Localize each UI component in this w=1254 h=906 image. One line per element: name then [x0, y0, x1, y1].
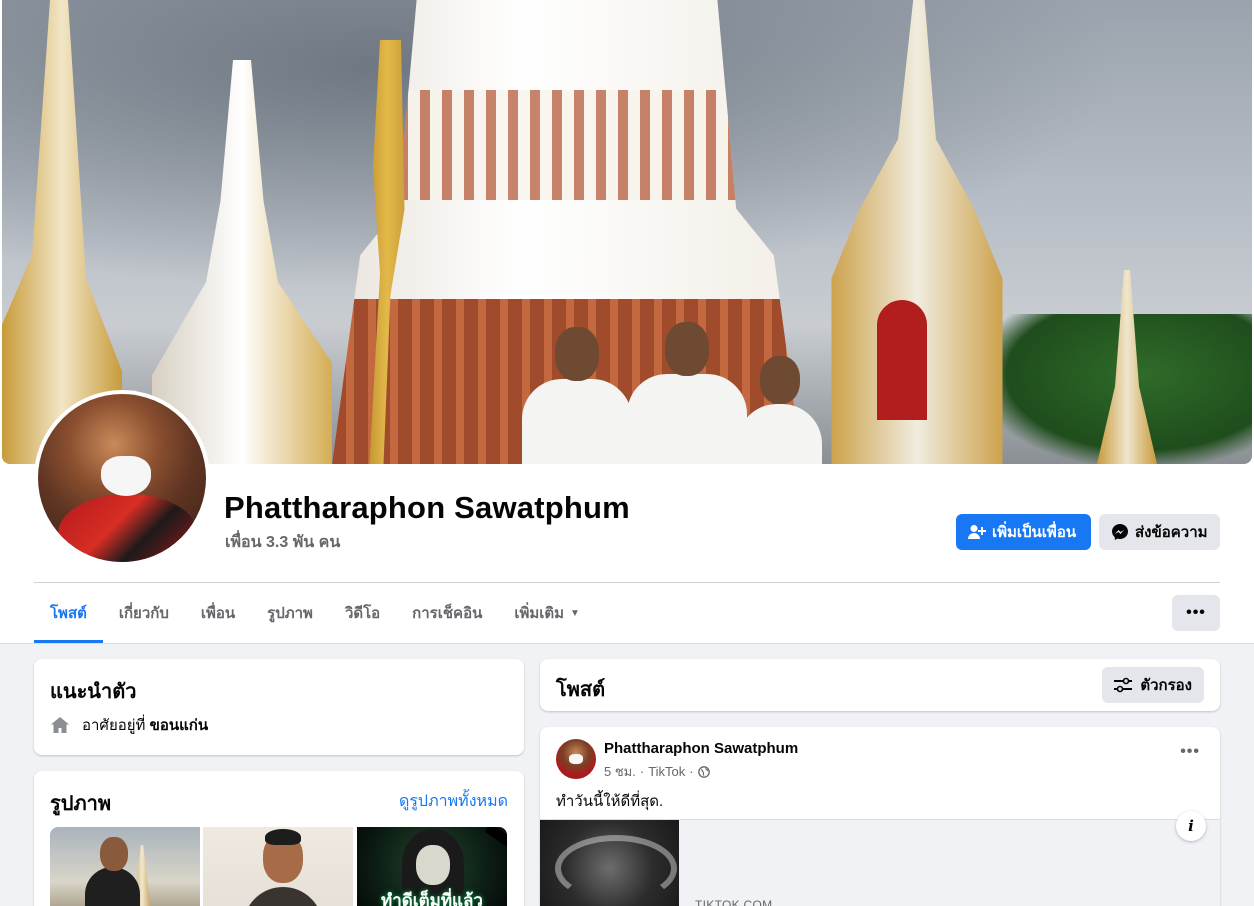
cover-person-head [555, 327, 599, 381]
filter-button[interactable]: ตัวกรอง [1102, 667, 1204, 703]
tab-label: การเช็คอิน [412, 605, 483, 622]
profile-avatar[interactable] [34, 390, 210, 566]
photos-card: รูปภาพ ดูรูปภาพทั้งหมด ทำดีเต็มที่แล้ว [34, 771, 524, 906]
home-icon [51, 717, 69, 733]
add-friend-icon [968, 525, 986, 539]
photo-thumbnail[interactable]: ทำดีเต็มที่แล้ว [357, 827, 507, 906]
tab-videos[interactable]: วิดีโอ [329, 583, 396, 643]
meta-separator: · [639, 764, 645, 779]
message-button[interactable]: ส่งข้อความ [1099, 514, 1220, 550]
link-domain: TIKTOK.COM [695, 898, 773, 906]
info-icon[interactable]: i [1176, 811, 1206, 841]
profile-header: Phattharaphon Sawatphum เพื่อน 3.3 พัน ค… [0, 0, 1254, 644]
chevron-down-icon: ▼ [570, 607, 580, 619]
photo-person-face [263, 829, 303, 883]
cover-bell-arch [877, 300, 927, 420]
avatar-shirt [58, 494, 198, 562]
photo-caption: ทำดีเต็มที่แล้ว [381, 891, 483, 906]
tab-about[interactable]: เกี่ยวกับ [103, 583, 185, 643]
profile-tabs: โพสต์ เกี่ยวกับ เพื่อน รูปภาพ วิดีโอ การ… [34, 583, 596, 643]
lives-in-text: อาศัยอยู่ที่ ขอนแก่น [82, 713, 208, 737]
post-text: ทำวันนี้ให้ดีที่สุด. [556, 793, 664, 810]
lives-in-row: อาศัยอยู่ที่ ขอนแก่น [50, 713, 208, 737]
tab-more[interactable]: เพิ่มเติม ▼ [498, 583, 596, 643]
post-card: Phattharaphon Sawatphum 5 ชม. · TikTok ·… [540, 727, 1220, 906]
meta-separator: · [689, 764, 694, 779]
post-author-avatar[interactable] [556, 739, 596, 779]
photos-title: รูปภาพ [50, 793, 112, 815]
tab-friends[interactable]: เพื่อน [185, 583, 251, 643]
add-friend-button[interactable]: เพิ่มเป็นเพื่อน [956, 514, 1091, 550]
mourning-ribbon [484, 827, 507, 849]
cover-person [627, 322, 747, 464]
tab-label: โพสต์ [50, 605, 87, 622]
photo-thumbnail[interactable] [203, 827, 353, 906]
posts-header-card: โพสต์ ตัวกรอง [540, 659, 1220, 711]
tab-photos[interactable]: รูปภาพ [251, 583, 329, 643]
lives-in-prefix: อาศัยอยู่ที่ [82, 717, 146, 734]
tab-label: เกี่ยวกับ [118, 605, 169, 622]
globe-icon[interactable] [697, 765, 710, 778]
post-meta: 5 ชม. · TikTok · [604, 761, 710, 782]
tab-label: เพื่อน [200, 605, 236, 622]
post-author-name[interactable]: Phattharaphon Sawatphum [604, 740, 798, 757]
tab-checkins[interactable]: การเช็คอิน [396, 583, 498, 643]
posts-title: โพสต์ [556, 679, 606, 701]
tab-label: เพิ่มเติม [514, 605, 565, 622]
profile-name: Phattharaphon Sawatphum [224, 490, 630, 525]
photo-person [85, 837, 140, 906]
messenger-icon [1112, 524, 1128, 540]
more-options-button[interactable]: ••• [1172, 595, 1220, 631]
cover-person-head [759, 356, 800, 404]
add-friend-label: เพิ่มเป็นเพื่อน [992, 524, 1077, 541]
tab-label: รูปภาพ [267, 605, 313, 622]
tab-label: วิดีโอ [344, 605, 381, 622]
photo-thumbnail[interactable] [50, 827, 200, 906]
avatar-mask [101, 456, 151, 496]
friends-count[interactable]: เพื่อน 3.3 พัน คน [225, 530, 340, 555]
see-all-photos-link[interactable]: ดูรูปภาพทั้งหมด [399, 789, 508, 814]
avatar-image [38, 394, 206, 562]
post-options-button[interactable]: ••• [1180, 743, 1200, 761]
photo-person-body [243, 887, 323, 906]
tab-posts[interactable]: โพสต์ [34, 583, 103, 643]
post-time[interactable]: 5 ชม. [604, 761, 636, 782]
intro-card: แนะนำตัว อาศัยอยู่ที่ ขอนแก่น [34, 659, 524, 755]
cover-person [522, 327, 632, 464]
message-label: ส่งข้อความ [1135, 524, 1208, 541]
cover-person-head [665, 322, 709, 376]
link-preview-thumbnail [540, 820, 679, 906]
link-preview[interactable]: TIKTOK.COM [540, 819, 1220, 906]
intro-title: แนะนำตัว [50, 681, 137, 703]
cover-photo[interactable] [2, 0, 1252, 464]
lives-in-place[interactable]: ขอนแก่น [150, 717, 209, 734]
filter-label: ตัวกรอง [1140, 677, 1192, 694]
cover-people [522, 315, 822, 464]
cover-person [737, 356, 822, 464]
post-source: TikTok [648, 764, 686, 779]
filter-icon [1114, 677, 1133, 693]
